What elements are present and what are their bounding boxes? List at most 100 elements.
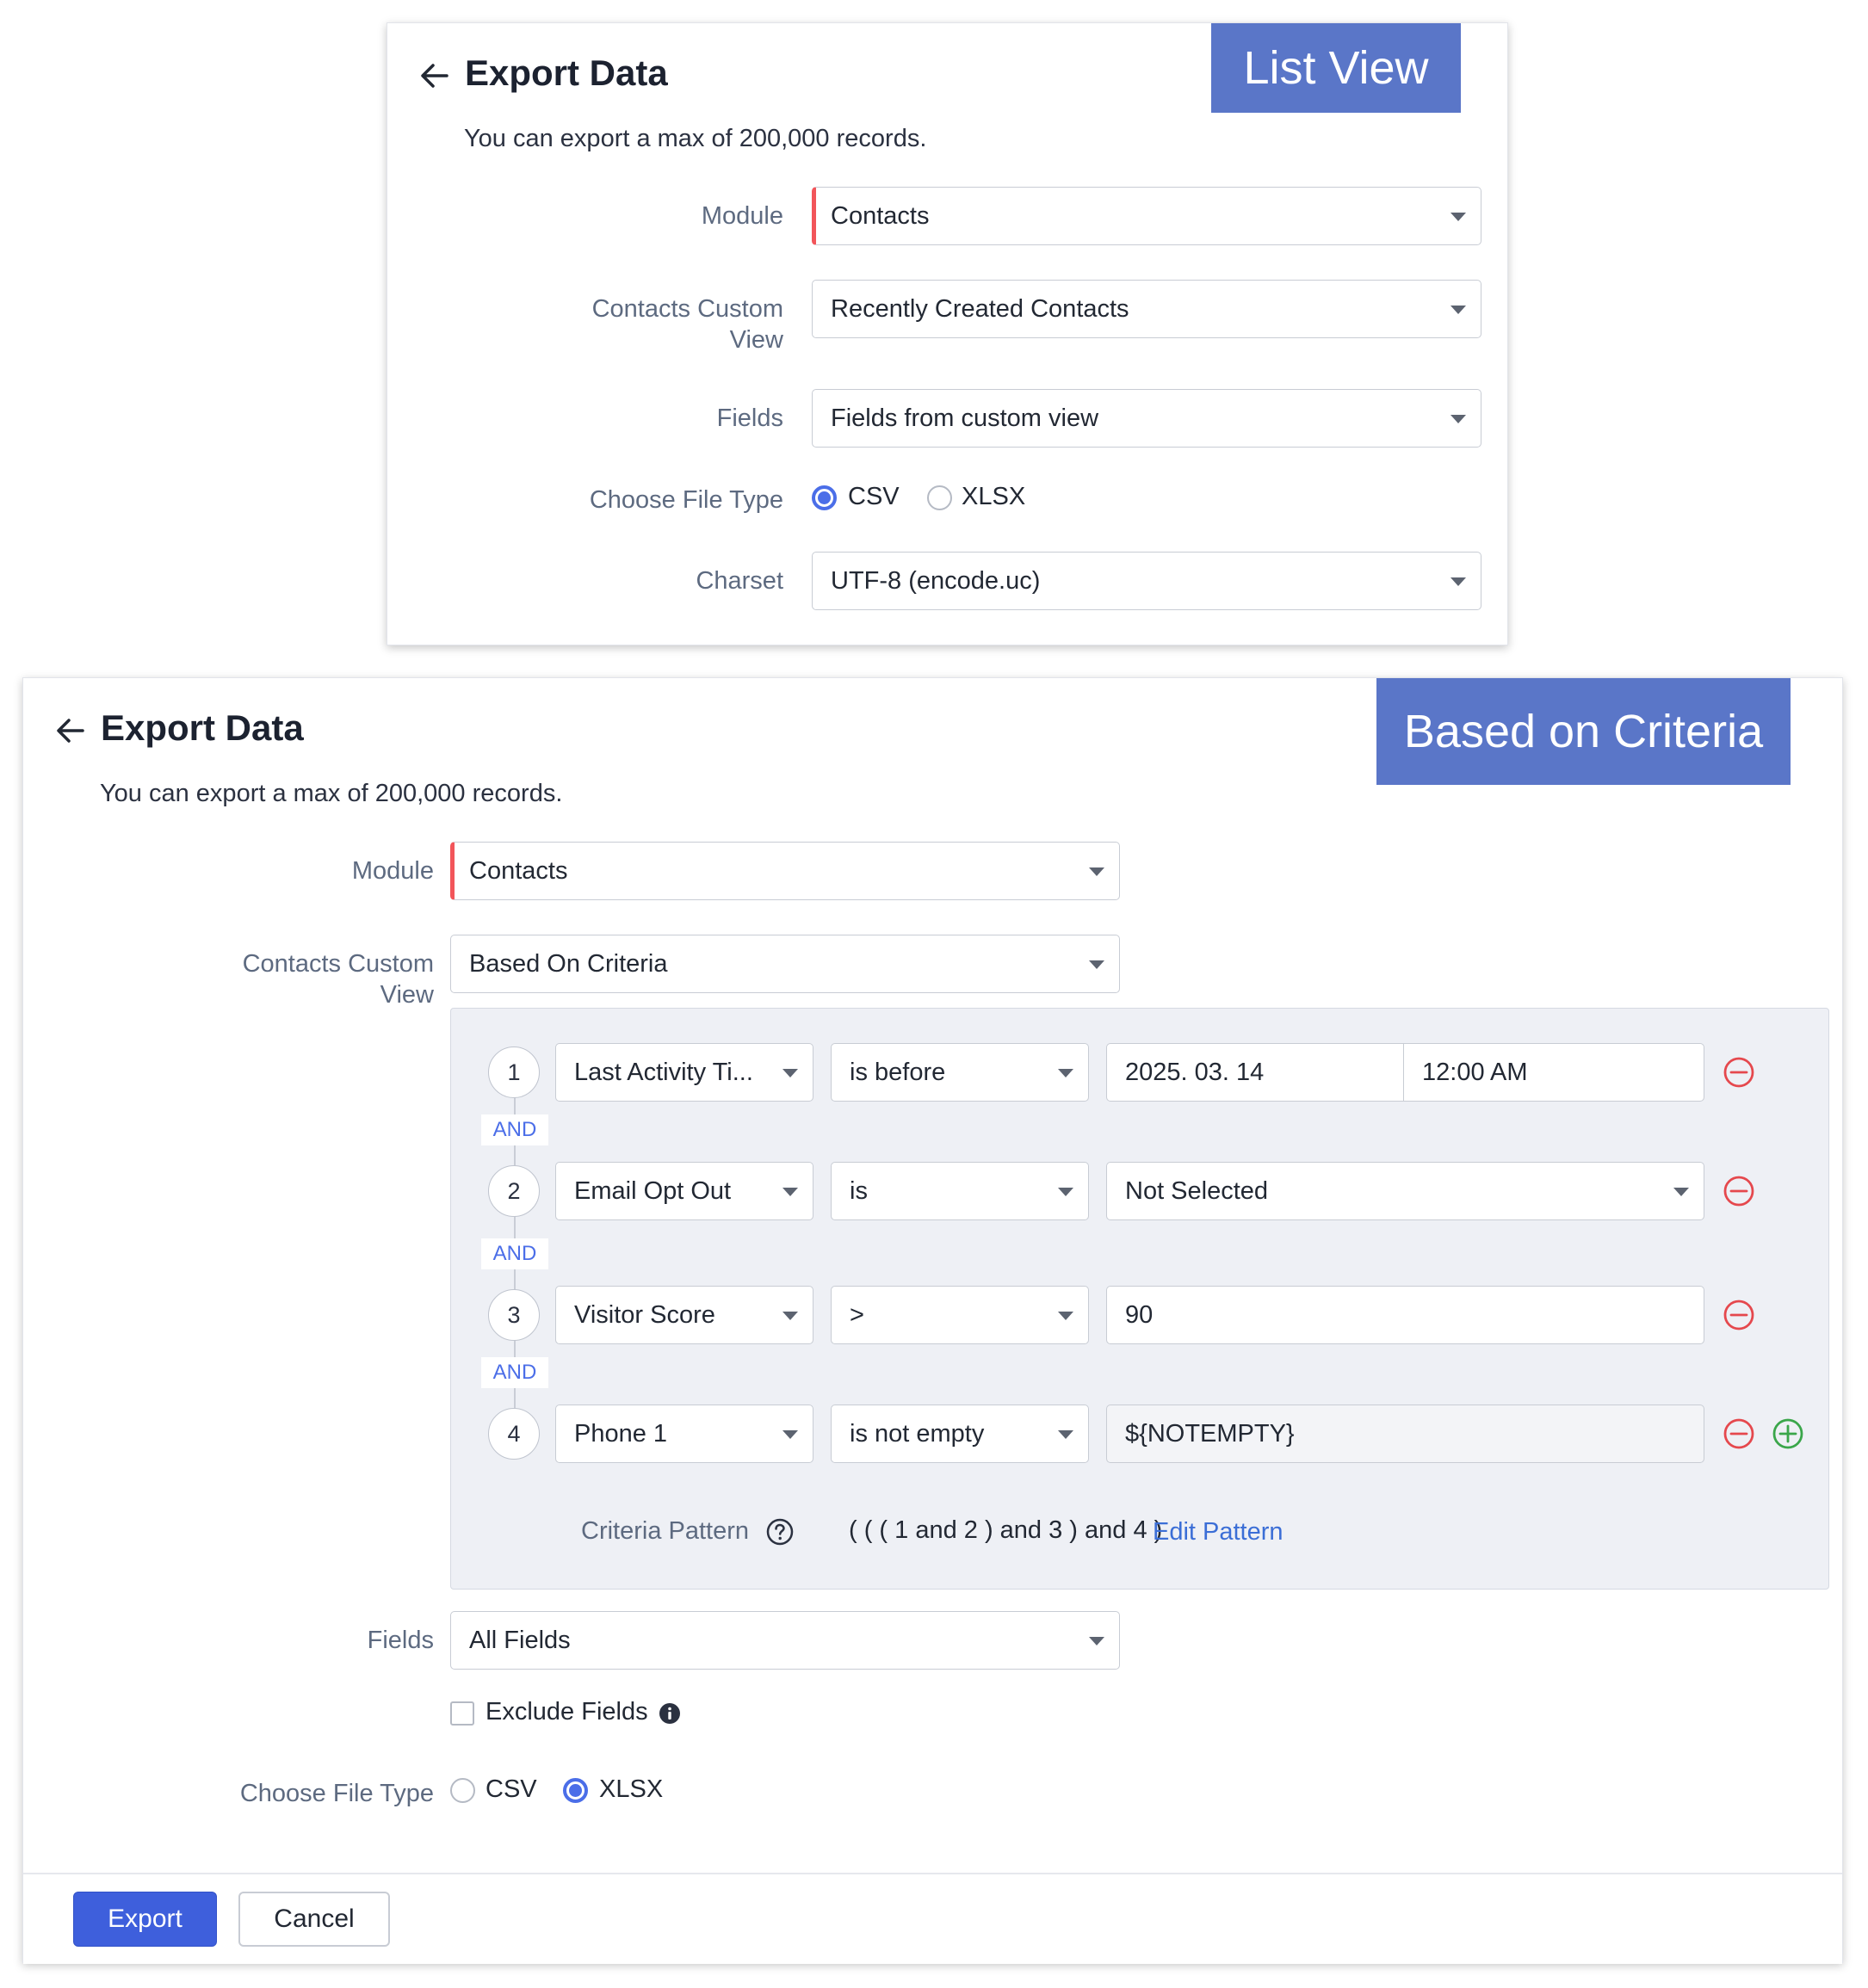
chevron-down-icon: [1089, 960, 1104, 969]
radio-xlsx[interactable]: [563, 1778, 588, 1803]
criteria-value: 90: [1125, 1300, 1154, 1329]
criteria-field-value: Email Opt Out: [574, 1176, 732, 1205]
criteria-row-number: 2: [488, 1165, 540, 1217]
radio-xlsx[interactable]: [927, 485, 952, 510]
custom-view-select[interactable]: Based On Criteria: [450, 935, 1120, 993]
and-badge[interactable]: AND: [481, 1238, 548, 1269]
and-badge[interactable]: AND: [481, 1357, 548, 1388]
edit-pattern-link[interactable]: Edit Pattern: [1153, 1518, 1283, 1547]
custom-view-label-line2: View: [729, 326, 783, 354]
minus-circle-icon[interactable]: [1723, 1175, 1755, 1207]
chevron-down-icon: [782, 1312, 798, 1320]
fields-label: Fields: [367, 1627, 434, 1654]
charset-select[interactable]: UTF-8 (encode.uc): [812, 552, 1481, 610]
radio-csv[interactable]: [450, 1778, 475, 1803]
criteria-field-value: Visitor Score: [574, 1300, 715, 1329]
custom-view-label-line1: Contacts Custom: [591, 295, 783, 323]
chevron-down-icon: [1450, 306, 1466, 314]
criteria-field-value: Last Activity Ti...: [574, 1058, 753, 1086]
exclude-fields-checkbox[interactable]: [450, 1701, 474, 1726]
module-select[interactable]: Contacts: [450, 842, 1120, 900]
file-type-label: Choose File Type: [239, 1780, 434, 1807]
chevron-down-icon: [1450, 577, 1466, 586]
fields-select-value: Fields from custom view: [831, 404, 1099, 432]
page-title: Export Data: [101, 707, 304, 748]
custom-view-label: Contacts Custom View: [58, 948, 434, 1010]
chevron-down-icon: [1673, 1188, 1689, 1196]
module-select-value: Contacts: [469, 856, 568, 885]
custom-view-select-value: Based On Criteria: [469, 949, 668, 978]
list-view-banner: List View: [1211, 23, 1461, 113]
minus-circle-icon[interactable]: [1723, 1299, 1755, 1331]
custom-view-label-line2: View: [380, 981, 434, 1009]
criteria-time-value: 12:00 AM: [1422, 1058, 1528, 1086]
help-circle-icon[interactable]: [765, 1517, 795, 1547]
criteria-date-value: 2025. 03. 14: [1125, 1058, 1265, 1086]
criteria-value-select[interactable]: Not Selected: [1106, 1162, 1704, 1220]
criteria-operator-select[interactable]: is not empty: [831, 1405, 1089, 1463]
minus-circle-icon[interactable]: [1723, 1056, 1755, 1089]
and-badge[interactable]: AND: [481, 1114, 548, 1145]
list-view-panel: List View Export Data You can export a m…: [387, 22, 1508, 645]
fields-select[interactable]: Fields from custom view: [812, 389, 1481, 448]
criteria-operator-value: >: [850, 1300, 864, 1329]
criteria-field-select[interactable]: Last Activity Ti...: [555, 1043, 813, 1102]
plus-circle-icon[interactable]: [1772, 1417, 1804, 1450]
custom-view-select-value: Recently Created Contacts: [831, 294, 1129, 323]
radio-csv[interactable]: [812, 485, 837, 510]
module-label: Module: [351, 857, 434, 885]
criteria-pattern-label: Criteria Pattern: [581, 1517, 750, 1545]
arrow-left-icon[interactable]: [53, 713, 88, 748]
charset-label: Charset: [696, 567, 783, 595]
chevron-down-icon: [782, 1069, 798, 1077]
criteria-pattern-text: ( ( ( 1 and 2 ) and 3 ) and 4 ): [849, 1516, 1163, 1544]
module-label: Module: [701, 202, 783, 230]
chevron-down-icon: [1058, 1069, 1073, 1077]
criteria-field-select[interactable]: Visitor Score: [555, 1286, 813, 1344]
criteria-row-number: 1: [488, 1046, 540, 1098]
fields-select-value: All Fields: [469, 1626, 571, 1654]
criteria-time-input[interactable]: 12:00 AM: [1403, 1043, 1704, 1102]
criteria-field-select[interactable]: Email Opt Out: [555, 1162, 813, 1220]
criteria-operator-select[interactable]: is: [831, 1162, 1089, 1220]
file-type-label: Choose File Type: [589, 486, 783, 514]
chevron-down-icon: [1089, 867, 1104, 876]
form-footer: Export Cancel: [23, 1873, 1842, 1964]
page-title: Export Data: [465, 52, 668, 93]
criteria-value-input[interactable]: 90: [1106, 1286, 1704, 1344]
chevron-down-icon: [782, 1430, 798, 1439]
radio-csv-label[interactable]: CSV: [848, 482, 900, 511]
custom-view-label: Contacts Custom View: [422, 293, 783, 355]
exclude-fields-label[interactable]: Exclude Fields: [486, 1698, 648, 1726]
criteria-view-banner: Based on Criteria: [1376, 678, 1791, 785]
chevron-down-icon: [782, 1188, 798, 1196]
cancel-button[interactable]: Cancel: [238, 1892, 390, 1947]
info-icon[interactable]: [659, 1702, 681, 1725]
export-button[interactable]: Export: [73, 1892, 217, 1947]
criteria-operator-value: is not empty: [850, 1419, 985, 1448]
radio-xlsx-label[interactable]: XLSX: [599, 1775, 663, 1804]
radio-xlsx-label[interactable]: XLSX: [962, 482, 1025, 511]
radio-csv-label[interactable]: CSV: [486, 1775, 537, 1804]
criteria-value: ${NOTEMPTY}: [1125, 1419, 1295, 1448]
criteria-field-value: Phone 1: [574, 1419, 668, 1448]
arrow-left-icon[interactable]: [418, 59, 452, 93]
criteria-row-number: 3: [488, 1289, 540, 1341]
fields-label: Fields: [716, 404, 783, 432]
chevron-down-icon: [1450, 415, 1466, 423]
module-select-value: Contacts: [831, 201, 930, 230]
chevron-down-icon: [1089, 1637, 1104, 1645]
module-select[interactable]: Contacts: [812, 187, 1481, 245]
criteria-operator-select[interactable]: >: [831, 1286, 1089, 1344]
criteria-operator-select[interactable]: is before: [831, 1043, 1089, 1102]
criteria-panel: 1 Last Activity Ti... is before 2025. 03…: [450, 1008, 1829, 1590]
page-subtitle: You can export a max of 200,000 records.: [464, 125, 927, 152]
page-subtitle: You can export a max of 200,000 records.: [100, 780, 563, 807]
criteria-field-select[interactable]: Phone 1: [555, 1405, 813, 1463]
criteria-operator-value: is: [850, 1176, 868, 1205]
fields-select[interactable]: All Fields: [450, 1611, 1120, 1670]
custom-view-select[interactable]: Recently Created Contacts: [812, 280, 1481, 338]
charset-select-value: UTF-8 (encode.uc): [831, 566, 1041, 595]
criteria-date-input[interactable]: 2025. 03. 14: [1106, 1043, 1405, 1102]
minus-circle-icon[interactable]: [1723, 1417, 1755, 1450]
